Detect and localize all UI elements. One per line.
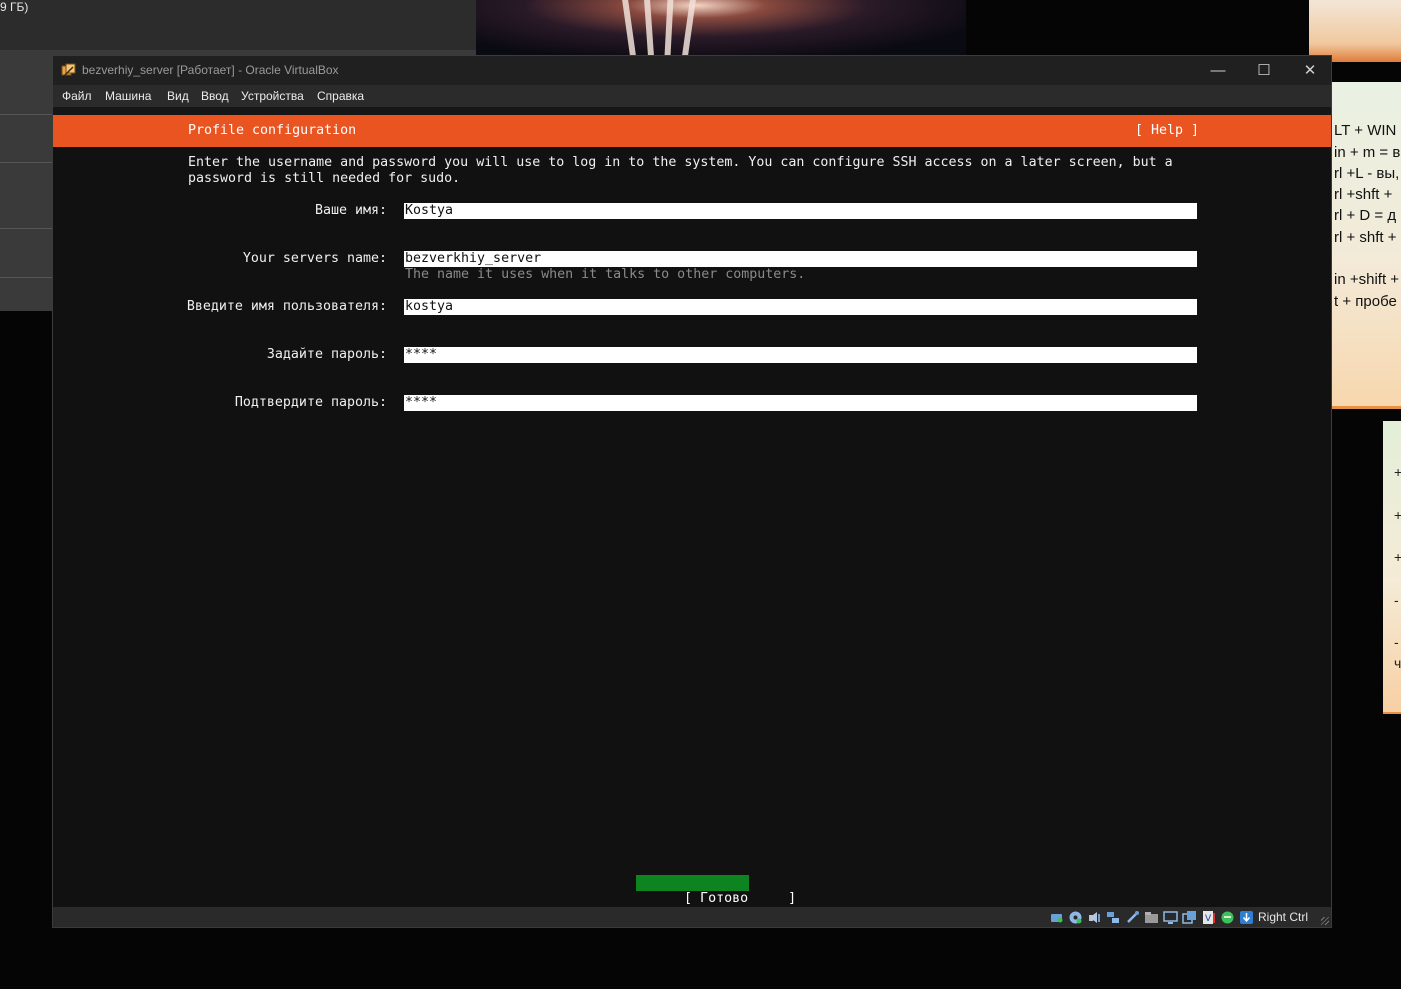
background-divider	[0, 114, 52, 115]
minimize-button[interactable]: —	[1195, 56, 1241, 85]
confirm-password-label: Подтвердите пароль:	[234, 395, 387, 410]
server-name-input[interactable]: bezverkhiy_server	[404, 251, 1197, 267]
done-button[interactable]: [ Готово ]	[636, 875, 796, 906]
sticky-note-secondary: + + + - - ч	[1383, 421, 1401, 714]
display-icon[interactable]	[1163, 910, 1178, 925]
sticky-note-line: LT + WIN	[1334, 122, 1397, 139]
sticky-note: LT + WIN in + m = в rl +L - вы, rl +shft…	[1332, 82, 1401, 409]
menu-machine[interactable]: Машина	[105, 89, 151, 103]
close-button[interactable]: ✕	[1287, 56, 1333, 85]
optical-drive-icon[interactable]	[1068, 910, 1083, 925]
intro-text: Enter the username and password you will…	[188, 155, 1173, 186]
sticky-note-line: rl +L - вы,	[1334, 165, 1400, 182]
network-icon[interactable]	[1106, 910, 1121, 925]
shared-folders-icon[interactable]	[1144, 910, 1159, 925]
maximize-button[interactable]: ☐	[1241, 56, 1287, 85]
svg-text:V: V	[1205, 914, 1212, 924]
sticky-note-line: +	[1394, 549, 1401, 565]
password-input[interactable]: ****	[404, 347, 1197, 363]
virtualbox-window: bezverhiy_server [Работает] - Oracle Vir…	[52, 55, 1332, 928]
virtualbox-icon	[61, 63, 76, 77]
sticky-note-line: ч	[1394, 655, 1401, 671]
resize-grip[interactable]	[1321, 917, 1329, 925]
server-name-label: Your servers name:	[242, 251, 387, 266]
menu-file[interactable]: Файл	[62, 89, 92, 103]
sticky-note-line: in +shift +	[1334, 271, 1400, 288]
background-divider	[0, 228, 52, 229]
name-input[interactable]: Kostya	[404, 203, 1197, 219]
background-wallpaper-photo	[476, 0, 966, 55]
background-strip	[0, 0, 476, 50]
sticky-note-line: +	[1394, 464, 1401, 480]
page-title: Profile configuration	[188, 123, 357, 138]
sticky-note-line: rl + D = д	[1334, 207, 1397, 224]
sticky-note-line: in + m = в	[1334, 144, 1401, 161]
menu-input[interactable]: Ввод	[201, 89, 229, 103]
keyboard-capture-icon[interactable]	[1239, 910, 1254, 925]
window-title: bezverhiy_server [Работает] - Oracle Vir…	[82, 63, 339, 77]
background-size-text: 9 ГБ)	[0, 0, 29, 14]
vm-screen[interactable]: Profile configuration [ Help ] Enter the…	[53, 107, 1331, 907]
sticky-note-line: +	[1394, 507, 1401, 523]
server-name-hint: The name it uses when it talks to other …	[405, 267, 806, 282]
background-divider	[0, 277, 52, 278]
background-landscape-thumbnail	[1309, 0, 1401, 62]
menu-devices[interactable]: Устройства	[241, 89, 304, 103]
mouse-integration-icon[interactable]	[1220, 910, 1235, 925]
video-recording-icon[interactable]: V	[1201, 910, 1216, 925]
usb-icon[interactable]	[1125, 910, 1140, 925]
help-button[interactable]: [ Help ]	[1135, 123, 1199, 138]
done-button-label: [ Готово ]	[684, 891, 797, 906]
background-divider	[0, 162, 52, 163]
password-label: Задайте пароль:	[266, 347, 387, 362]
sticky-note-line: rl + shft +	[1334, 229, 1397, 246]
menu-bar: Файл Машина Вид Ввод Устройства Справка	[53, 85, 1331, 107]
audio-icon[interactable]	[1087, 910, 1102, 925]
sticky-note-line: -	[1394, 592, 1399, 608]
status-bar: V Right Ctrl	[53, 907, 1331, 927]
screen-top-gap	[53, 107, 1331, 115]
menu-view[interactable]: Вид	[167, 89, 189, 103]
username-input[interactable]: kostya	[404, 299, 1197, 315]
installer-header: Profile configuration [ Help ]	[53, 115, 1331, 147]
sticky-note-line: -	[1394, 634, 1399, 650]
capture-icon[interactable]	[1182, 910, 1197, 925]
title-bar[interactable]: bezverhiy_server [Работает] - Oracle Vir…	[53, 56, 1331, 85]
host-key-label: Right Ctrl	[1258, 910, 1309, 924]
sticky-note-line: t + пробе	[1334, 293, 1397, 310]
hard-disk-icon[interactable]	[1049, 910, 1064, 925]
menu-help[interactable]: Справка	[317, 89, 364, 103]
username-label: Введите имя пользователя:	[186, 299, 387, 314]
sticky-note-line: rl +shft +	[1334, 186, 1393, 203]
confirm-password-input[interactable]: ****	[404, 395, 1197, 411]
name-label: Ваше имя:	[314, 203, 387, 218]
